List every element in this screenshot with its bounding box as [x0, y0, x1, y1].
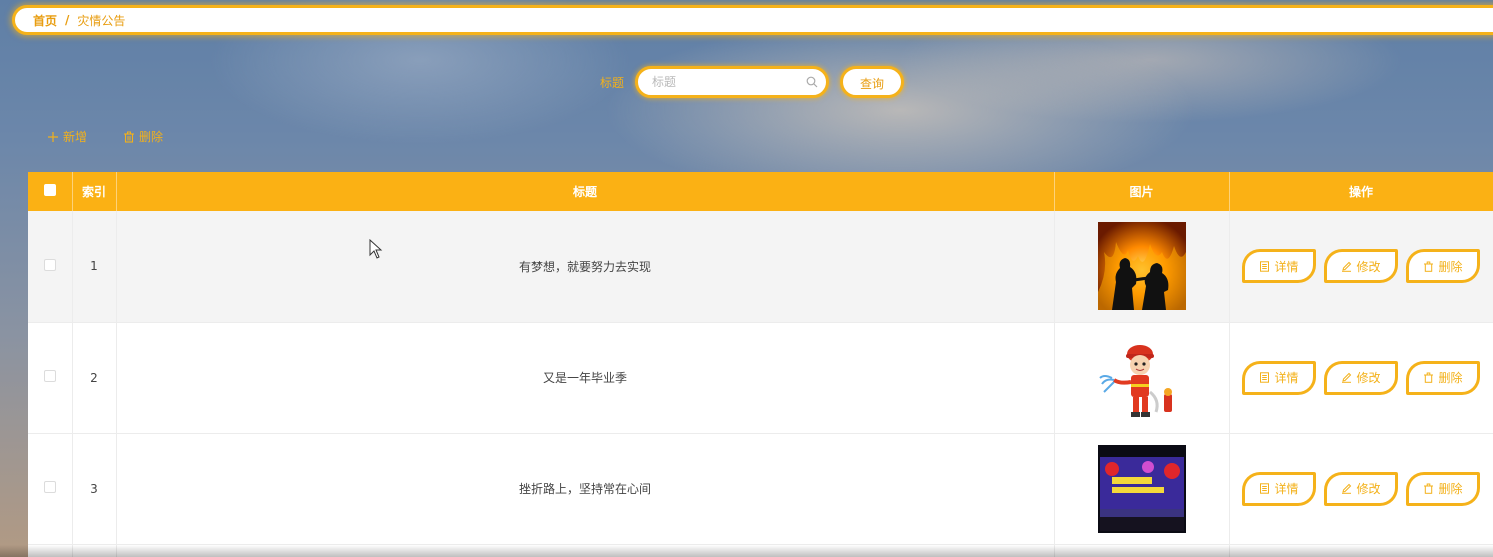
query-button[interactable]: 查询 [840, 66, 905, 98]
row-index: 3 [72, 433, 117, 545]
stage-banner-image[interactable] [1097, 444, 1186, 533]
search-icon [806, 76, 818, 88]
detail-button-label: 详情 [1274, 482, 1299, 496]
search-row: 标题 查询 [600, 66, 905, 98]
add-button-label: 新增 [63, 130, 88, 144]
delete-button[interactable]: 删除 [1406, 471, 1480, 506]
document-icon [1260, 372, 1270, 383]
pencil-icon [1342, 261, 1352, 272]
table-row[interactable]: 1 有梦想，就要努力去实现 详情 修改 删除 [28, 211, 1493, 323]
document-icon [1260, 483, 1270, 494]
row-select-cell [28, 211, 73, 323]
mouse-cursor-icon [369, 239, 383, 259]
trash-icon [1424, 261, 1434, 272]
breadcrumb: 首页 / 灾情公告 [12, 5, 1493, 35]
data-table: 索引 标题 图片 操作 1 有梦想，就要努力去实现 详情 修改 删除 2 又是一… [28, 172, 1493, 557]
header-title: 标题 [116, 172, 1055, 211]
breadcrumb-home[interactable]: 首页 [33, 12, 57, 29]
row-title: 有梦想，就要努力去实现 [116, 211, 1055, 323]
pencil-icon [1342, 483, 1352, 494]
row-image-cell [1054, 433, 1230, 545]
search-input[interactable] [652, 75, 803, 89]
trash-icon [124, 131, 135, 143]
detail-button-label: 详情 [1274, 259, 1299, 274]
row-title: 挫折路上，坚持常在心间 [116, 433, 1055, 545]
bulk-delete-label: 删除 [139, 130, 164, 144]
document-icon [1260, 261, 1270, 272]
add-button[interactable]: 新增 [47, 128, 87, 145]
table-header-row: 索引 标题 图片 操作 [28, 172, 1493, 211]
delete-button[interactable]: 删除 [1406, 360, 1480, 395]
breadcrumb-current: 灾情公告 [77, 13, 126, 28]
firefighters-fire-image[interactable] [1097, 222, 1186, 311]
header-image: 图片 [1054, 172, 1230, 211]
bulk-delete-button[interactable]: 删除 [123, 128, 163, 145]
header-actions: 操作 [1229, 172, 1493, 211]
table-row[interactable]: 2 又是一年毕业季 详情 修改 删除 [28, 322, 1493, 434]
delete-button-label: 删除 [1438, 259, 1463, 274]
trash-icon [1424, 483, 1434, 494]
breadcrumb-separator: / [65, 13, 70, 27]
row-index: 1 [72, 211, 117, 323]
row-select-cell [28, 322, 73, 434]
edit-button[interactable]: 修改 [1324, 249, 1398, 284]
row-actions-cell: 详情 修改 删除 [1229, 322, 1493, 434]
trash-icon [1424, 372, 1434, 383]
row-image-cell [1054, 211, 1230, 323]
edit-button[interactable]: 修改 [1324, 360, 1398, 395]
search-box[interactable] [635, 66, 830, 98]
detail-button[interactable]: 详情 [1242, 249, 1316, 284]
header-index: 索引 [72, 172, 117, 211]
edit-button-label: 修改 [1356, 259, 1381, 274]
edit-button-label: 修改 [1356, 482, 1381, 496]
row-index: 2 [72, 322, 117, 434]
cartoon-firefighter-image[interactable] [1097, 333, 1186, 422]
row-image-cell [1054, 322, 1230, 434]
search-label: 标题 [600, 75, 625, 90]
row-checkbox[interactable] [43, 481, 56, 493]
detail-button[interactable]: 详情 [1242, 471, 1316, 506]
row-select-cell [28, 433, 73, 545]
plus-icon [48, 131, 58, 142]
delete-button-label: 删除 [1438, 371, 1463, 385]
row-actions-cell: 详情 修改 删除 [1229, 433, 1493, 545]
row-title: 又是一年毕业季 [116, 322, 1055, 434]
detail-button[interactable]: 详情 [1242, 360, 1316, 395]
delete-button-label: 删除 [1438, 482, 1463, 496]
toolbar: 新增 删除 [47, 128, 163, 145]
pencil-icon [1342, 372, 1352, 383]
row-checkbox[interactable] [43, 370, 56, 382]
select-all-checkbox[interactable] [43, 184, 56, 196]
bottom-fade [0, 545, 1493, 557]
edit-button[interactable]: 修改 [1324, 471, 1398, 506]
header-select-cell [28, 172, 73, 211]
table-row[interactable]: 3 挫折路上，坚持常在心间 详情 修改 删除 [28, 433, 1493, 545]
detail-button-label: 详情 [1274, 371, 1299, 385]
row-actions-cell: 详情 修改 删除 [1229, 211, 1493, 323]
row-checkbox[interactable] [43, 258, 56, 271]
delete-button[interactable]: 删除 [1406, 249, 1480, 284]
edit-button-label: 修改 [1356, 371, 1381, 385]
